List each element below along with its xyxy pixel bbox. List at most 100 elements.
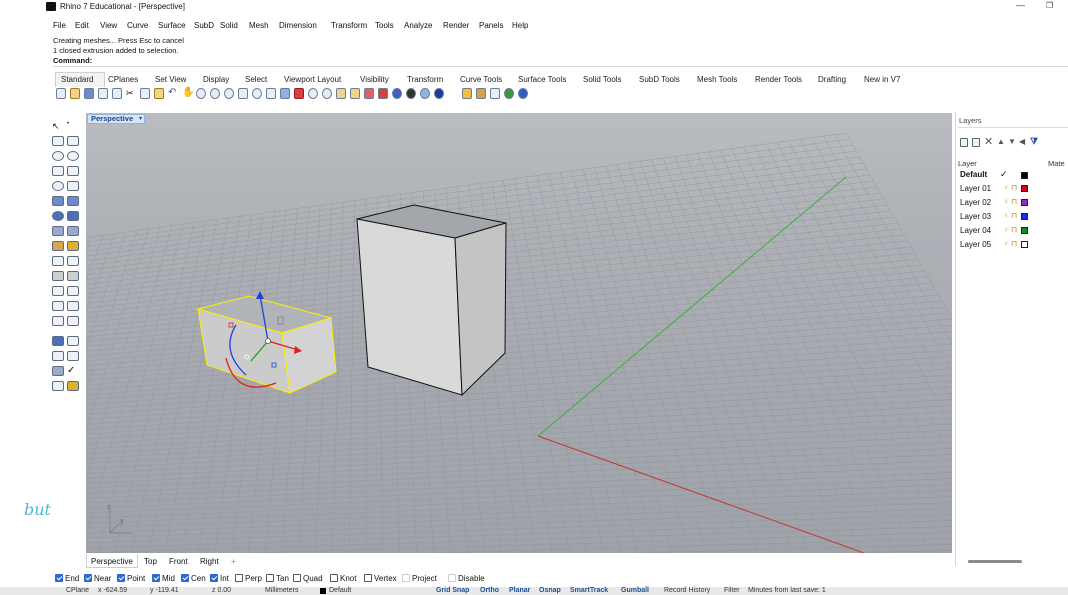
checkbox-icon[interactable] (448, 574, 456, 582)
checkbox-icon[interactable] (364, 574, 372, 582)
cylinder-icon[interactable] (67, 226, 79, 236)
menu-analyze[interactable]: Analyze (404, 21, 432, 30)
toggle-grid-snap[interactable]: Grid Snap (436, 587, 469, 594)
tab-display[interactable]: Display (203, 75, 229, 84)
tab-surface-tools[interactable]: Surface Tools (518, 75, 566, 84)
viewport-tab-right[interactable]: Right (200, 557, 219, 566)
new-layer-icon[interactable] (960, 138, 968, 147)
arc-icon[interactable] (67, 151, 79, 161)
status-units[interactable]: Millimeters (265, 587, 298, 594)
menu-dimension[interactable]: Dimension (279, 21, 317, 30)
import-icon[interactable] (112, 88, 122, 99)
tab-select[interactable]: Select (245, 75, 267, 84)
layer-unlocked-icon[interactable]: ⊓ (1011, 239, 1017, 248)
viewport-tab-perspective[interactable]: Perspective (91, 557, 133, 566)
trim-icon[interactable] (52, 256, 64, 266)
extend-icon[interactable] (67, 286, 79, 296)
menu-mesh[interactable]: Mesh (249, 21, 269, 30)
surface-icon[interactable] (52, 196, 64, 206)
display-mode-icon[interactable] (434, 88, 444, 99)
block-icon[interactable] (52, 366, 64, 376)
viewport-tab-top[interactable]: Top (144, 557, 157, 566)
save-icon[interactable] (84, 88, 94, 99)
new-file-icon[interactable] (56, 88, 66, 99)
layer-visible-bulb-icon[interactable]: ♀ (1003, 225, 1009, 234)
zoom-extents-icon[interactable] (238, 88, 248, 99)
status-layer[interactable]: Default (329, 587, 351, 594)
layer-name[interactable]: Layer 02 (960, 198, 991, 207)
checkbox-icon[interactable] (293, 574, 301, 582)
layer-name[interactable]: Default (960, 170, 987, 179)
viewport-settings-icon[interactable] (266, 88, 276, 99)
checkbox-icon[interactable] (152, 574, 160, 582)
menu-transform[interactable]: Transform (331, 21, 367, 30)
layer-name[interactable]: Layer 05 (960, 240, 991, 249)
gumball-icon[interactable] (52, 316, 64, 326)
checkbox-icon[interactable] (84, 574, 92, 582)
menu-subd[interactable]: SubD (194, 21, 214, 30)
menu-help[interactable]: Help (512, 21, 528, 30)
layer-visible-bulb-icon[interactable]: ♀ (1003, 239, 1009, 248)
layer-unlocked-icon[interactable]: ⊓ (1011, 183, 1017, 192)
render-sphere-icon[interactable] (392, 88, 402, 99)
command-prompt[interactable]: Command: (53, 56, 92, 65)
four-views-icon[interactable] (280, 88, 290, 99)
layer-unlocked-icon[interactable]: ⊓ (1011, 197, 1017, 206)
new-sublayer-icon[interactable] (972, 138, 980, 147)
curve-icon[interactable] (67, 136, 79, 146)
filter-icon[interactable]: ⧩ (1030, 136, 1038, 147)
distance-icon[interactable] (67, 336, 79, 346)
loft-icon[interactable] (67, 196, 79, 206)
grasshopper-icon[interactable] (490, 88, 500, 99)
perspective-viewport[interactable]: z y (86, 113, 952, 553)
dot-icon[interactable] (52, 381, 64, 391)
status-filter[interactable]: Filter (724, 587, 740, 594)
hide-icon[interactable] (336, 88, 346, 99)
select-arrow-icon[interactable]: ↖ (52, 121, 64, 131)
checkbox-icon[interactable] (402, 574, 410, 582)
tab-set-view[interactable]: Set View (155, 75, 186, 84)
layer-color-swatch[interactable] (1021, 213, 1028, 220)
tab-transform[interactable]: Transform (407, 75, 443, 84)
light-icon[interactable] (462, 88, 472, 99)
osnap-end[interactable]: End (55, 574, 79, 583)
copy-icon[interactable] (140, 88, 150, 99)
environment-icon[interactable] (420, 88, 430, 99)
array-icon[interactable] (52, 351, 64, 361)
menu-tools[interactable]: Tools (375, 21, 394, 30)
toggle-osnap[interactable]: Osnap (539, 587, 561, 594)
tab-subd-tools[interactable]: SubD Tools (639, 75, 680, 84)
menu-surface[interactable]: Surface (158, 21, 186, 30)
polyline-icon[interactable] (52, 136, 64, 146)
checkbox-icon[interactable] (235, 574, 243, 582)
layer-name[interactable]: Layer 01 (960, 184, 991, 193)
properties-icon[interactable] (378, 88, 388, 99)
tab-visibility[interactable]: Visibility (360, 75, 389, 84)
polygon-icon[interactable] (67, 166, 79, 176)
cplane-icon[interactable] (294, 88, 304, 99)
layer-visible-bulb-icon[interactable]: ♀ (1003, 197, 1009, 206)
status-cplane[interactable]: CPlane (66, 587, 89, 594)
osnap-cen[interactable]: Cen (181, 574, 206, 583)
options-icon[interactable] (476, 88, 486, 99)
tab-standard[interactable]: Standard (61, 75, 93, 84)
menu-solid[interactable]: Solid (220, 21, 238, 30)
mesh-icon[interactable] (52, 241, 64, 251)
fillet-curve-icon[interactable] (67, 181, 79, 191)
boolean-icon[interactable] (67, 211, 79, 221)
checkbox-icon[interactable] (181, 574, 189, 582)
tab-render-tools[interactable]: Render Tools (755, 75, 802, 84)
toggle-record-history[interactable]: Record History (664, 587, 710, 594)
menu-panels[interactable]: Panels (479, 21, 503, 30)
move-layer-down-icon[interactable]: ▼ (1008, 137, 1016, 146)
explode-icon[interactable] (52, 271, 64, 281)
dimension-icon[interactable] (67, 301, 79, 311)
split-icon[interactable] (67, 256, 79, 266)
tab-new-in-v7[interactable]: New in V7 (864, 75, 900, 84)
checkbox-icon[interactable] (266, 574, 274, 582)
layer-color-swatch[interactable] (1021, 172, 1028, 179)
rectangle-icon[interactable] (52, 166, 64, 176)
tab-cplanes[interactable]: CPlanes (108, 75, 138, 84)
osnap-icon[interactable] (308, 88, 318, 99)
osnap-knot[interactable]: Knot (330, 574, 356, 583)
